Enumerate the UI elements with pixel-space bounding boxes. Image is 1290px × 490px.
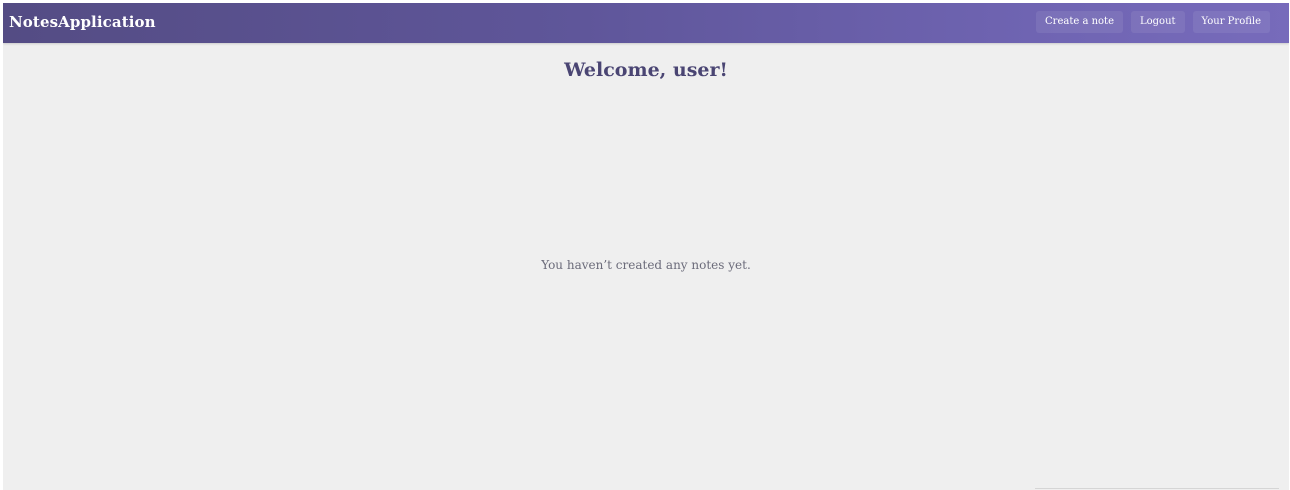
profile-button[interactable]: Your Profile bbox=[1192, 11, 1270, 33]
top-navbar: NotesApplication Create a note Logout Yo… bbox=[3, 3, 1289, 43]
app-window: NotesApplication Create a note Logout Yo… bbox=[3, 3, 1289, 490]
create-note-button[interactable]: Create a note bbox=[1036, 11, 1123, 33]
app-brand[interactable]: NotesApplication bbox=[9, 13, 156, 31]
logout-button[interactable]: Logout bbox=[1130, 11, 1185, 33]
welcome-heading: Welcome, user! bbox=[564, 59, 728, 81]
bottom-divider bbox=[1035, 488, 1279, 489]
navbar-actions: Create a note Logout Your Profile bbox=[1036, 11, 1270, 33]
empty-notes-message: You haven’t created any notes yet. bbox=[541, 258, 751, 272]
